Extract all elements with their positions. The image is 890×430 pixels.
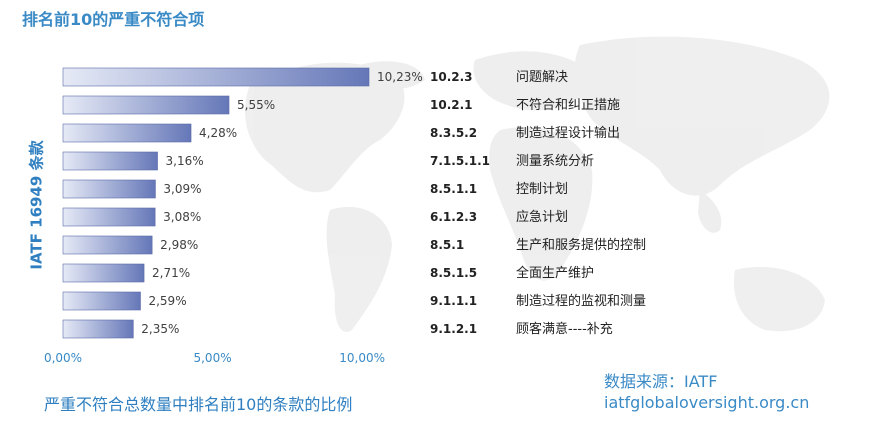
bar-value-label: 2,98% [160, 238, 198, 252]
clause-number: 8.5.1 [430, 238, 464, 252]
clause-number: 8.5.1.1 [430, 182, 477, 196]
bar-value-label: 2,59% [148, 294, 186, 308]
x-axis: 0,00% 5,00% 10,00% [44, 351, 385, 365]
bar [62, 319, 134, 339]
bar-value-label: 4,28% [199, 126, 237, 140]
clause-number: 10.2.1 [430, 98, 473, 112]
clause-description: 问题解决 [516, 70, 568, 85]
bar [62, 95, 230, 115]
clause-description: 应急计划 [516, 209, 568, 225]
bar [62, 67, 370, 87]
source-label: 数据来源：IATF [604, 372, 718, 391]
clause-number: 8.3.5.2 [430, 126, 477, 140]
clause-number: 6.1.2.3 [430, 210, 477, 224]
clause-description: 测量系统分析 [516, 154, 594, 169]
clause-description: 制造过程设计输出 [516, 125, 620, 141]
bar-value-label: 10,23% [377, 70, 423, 84]
bar-value-label: 3,16% [166, 154, 204, 168]
bar [62, 263, 145, 283]
bar [62, 179, 156, 199]
clause-description: 制造过程的监视和测量 [516, 293, 646, 309]
clause-number: 7.1.5.1.1 [430, 154, 490, 168]
bar [62, 291, 141, 311]
clause-number: 9.1.2.1 [430, 322, 477, 336]
bar [62, 207, 156, 227]
x-tick-label: 10,00% [339, 351, 385, 365]
chart-area: 10,23% 10.2.3 问题解决 5,55% 10.2.1 不符合和纠正措施 4,28%… [44, 36, 830, 365]
clause-description: 控制计划 [516, 182, 568, 197]
footer-caption: 严重不符合总数量中排名前10的条款的比例 [44, 395, 353, 414]
bar-value-label: 5,55% [237, 98, 275, 112]
clause-number: 8.5.1.5 [430, 266, 477, 280]
bar-value-label: 2,71% [152, 266, 190, 280]
clause-description: 全面生产维护 [516, 265, 594, 281]
x-tick-label: 5,00% [193, 351, 231, 365]
bar [62, 123, 192, 143]
clause-number: 10.2.3 [430, 70, 473, 84]
source-url[interactable]: iatfglobaloversight.org.cn [604, 393, 809, 412]
bar-value-label: 2,35% [141, 322, 179, 336]
x-tick-label: 0,00% [44, 351, 82, 365]
clause-number: 9.1.1.1 [430, 294, 477, 308]
bar [62, 151, 158, 171]
bar [62, 235, 153, 255]
clause-description: 顾客满意----补充 [516, 321, 613, 337]
y-axis-label: IATF 16949 条款 [27, 140, 46, 270]
clause-description: 不符合和纠正措施 [516, 97, 620, 113]
clause-description: 生产和服务提供的控制 [516, 237, 646, 253]
bar-value-label: 3,08% [163, 210, 201, 224]
bar-value-label: 3,09% [163, 182, 201, 196]
